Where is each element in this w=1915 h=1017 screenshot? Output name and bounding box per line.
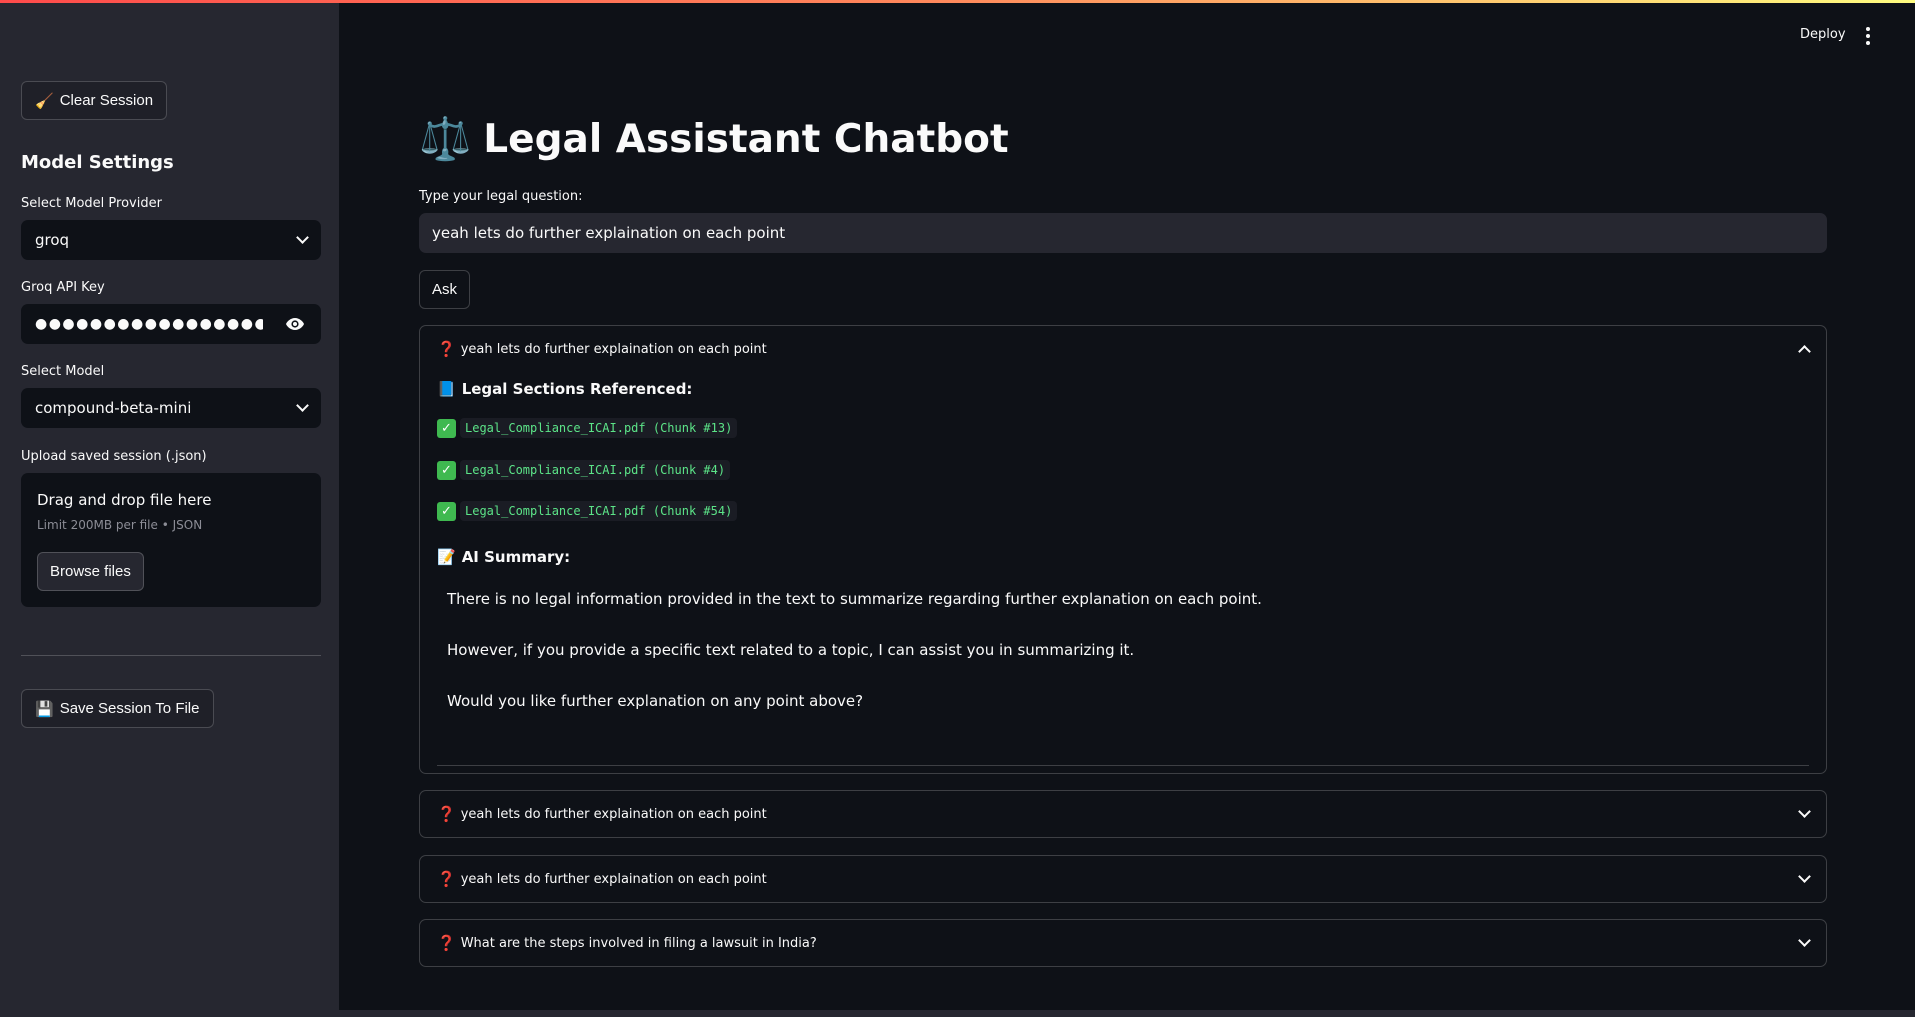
model-select[interactable]: compound-beta-mini	[21, 388, 321, 428]
expander-title: yeah lets do further explaination on eac…	[460, 871, 767, 887]
sections-heading: 📘 Legal Sections Referenced:	[437, 380, 692, 398]
chevron-down-icon[interactable]	[1798, 870, 1811, 883]
sidebar-divider	[21, 655, 321, 656]
expander-body: 📘 Legal Sections Referenced: ✓ Legal_Com…	[420, 372, 1826, 772]
sections-heading-text: Legal Sections Referenced:	[461, 380, 693, 398]
upload-label: Upload saved session (.json)	[21, 449, 207, 464]
file-dropzone[interactable]: Drag and drop file here Limit 200MB per …	[21, 473, 321, 607]
question-mark-icon: ❓	[437, 340, 456, 358]
ask-button[interactable]: Ask	[419, 270, 471, 309]
eye-icon[interactable]	[283, 312, 307, 336]
expander-header[interactable]: ❓ yeah lets do further explaination on e…	[420, 791, 1826, 837]
summary-paragraph: Would you like further explanation on an…	[447, 692, 864, 710]
blue-book-icon: 📘	[437, 380, 456, 398]
question-mark-icon: ❓	[437, 934, 456, 952]
reference-text: Legal_Compliance_ICAI.pdf (Chunk #13)	[460, 418, 738, 438]
check-mark-icon: ✓	[437, 460, 456, 480]
expander-divider	[437, 765, 1809, 766]
dropzone-text: Drag and drop file here	[37, 491, 212, 509]
expander-answer: ❓ yeah lets do further explaination on e…	[419, 325, 1827, 774]
model-label: Select Model	[21, 364, 105, 379]
provider-value: groq	[35, 231, 70, 249]
sidebar: 🧹 Clear Session Model Settings Select Mo…	[0, 0, 339, 1010]
chevron-up-icon[interactable]	[1798, 344, 1811, 358]
expander-header[interactable]: ❓ What are the steps involved in filing …	[420, 920, 1826, 966]
summary-heading-text: AI Summary:	[461, 548, 571, 566]
summary-heading: 📝 AI Summary:	[437, 548, 570, 566]
reference-text: Legal_Compliance_ICAI.pdf (Chunk #4)	[460, 460, 731, 480]
page-title: ⚖️ Legal Assistant Chatbot	[419, 114, 1009, 164]
chevron-down-icon	[296, 399, 309, 412]
deploy-button[interactable]: Deploy	[1800, 27, 1846, 42]
memo-icon: 📝	[437, 548, 456, 566]
dropzone-limit: Limit 200MB per file • JSON	[37, 518, 203, 532]
expander-title: What are the steps involved in filing a …	[460, 935, 817, 951]
expander-collapsed[interactable]: ❓ yeah lets do further explaination on e…	[419, 855, 1827, 903]
save-session-label: Save Session To File	[59, 700, 200, 717]
model-settings-heading: Model Settings	[21, 152, 174, 173]
chevron-down-icon[interactable]	[1798, 934, 1811, 947]
window-bottom-edge	[0, 1010, 1915, 1017]
save-session-button[interactable]: 💾 Save Session To File	[21, 689, 214, 728]
summary-paragraph: However, if you provide a specific text …	[447, 641, 1135, 659]
api-key-label: Groq API Key	[21, 280, 105, 295]
clear-session-label: Clear Session	[59, 92, 154, 109]
check-mark-icon: ✓	[437, 418, 456, 438]
question-mark-icon: ❓	[437, 805, 456, 823]
clear-session-button[interactable]: 🧹 Clear Session	[21, 81, 168, 120]
top-accent-bar	[0, 0, 1915, 3]
browse-files-button[interactable]: Browse files	[37, 552, 144, 591]
summary-paragraph: There is no legal information provided i…	[447, 590, 1262, 608]
expander-title: yeah lets do further explaination on eac…	[460, 341, 767, 357]
expander-collapsed[interactable]: ❓ yeah lets do further explaination on e…	[419, 790, 1827, 838]
scales-icon: ⚖️	[419, 114, 472, 163]
expander-header[interactable]: ❓ yeah lets do further explaination on e…	[420, 326, 1826, 372]
reference-item: ✓ Legal_Compliance_ICAI.pdf (Chunk #4)	[437, 460, 731, 480]
question-label: Type your legal question:	[419, 189, 583, 204]
expander-collapsed[interactable]: ❓ What are the steps involved in filing …	[419, 919, 1827, 967]
reference-item: ✓ Legal_Compliance_ICAI.pdf (Chunk #13)	[437, 418, 738, 438]
expander-header[interactable]: ❓ yeah lets do further explaination on e…	[420, 856, 1826, 902]
reference-text: Legal_Compliance_ICAI.pdf (Chunk #54)	[460, 501, 738, 521]
model-value: compound-beta-mini	[35, 399, 192, 417]
page-title-text: Legal Assistant Chatbot	[483, 116, 1009, 162]
chevron-down-icon[interactable]	[1798, 805, 1811, 818]
question-input[interactable]: yeah lets do further explaination on eac…	[419, 213, 1827, 253]
provider-select[interactable]: groq	[21, 220, 321, 260]
floppy-disk-icon: 💾	[35, 700, 54, 718]
api-key-input[interactable]: ●●●●●●●●●●●●●●●●●●●●●●●●●●●●	[21, 304, 321, 344]
check-mark-icon: ✓	[437, 501, 456, 521]
broom-icon: 🧹	[35, 92, 54, 110]
more-menu-icon[interactable]	[1860, 27, 1876, 45]
api-key-masked-value: ●●●●●●●●●●●●●●●●●●●●●●●●●●●●	[35, 316, 263, 332]
chevron-down-icon	[296, 231, 309, 244]
provider-label: Select Model Provider	[21, 196, 162, 211]
expander-title: yeah lets do further explaination on eac…	[460, 806, 767, 822]
reference-item: ✓ Legal_Compliance_ICAI.pdf (Chunk #54)	[437, 501, 738, 521]
question-mark-icon: ❓	[437, 870, 456, 888]
